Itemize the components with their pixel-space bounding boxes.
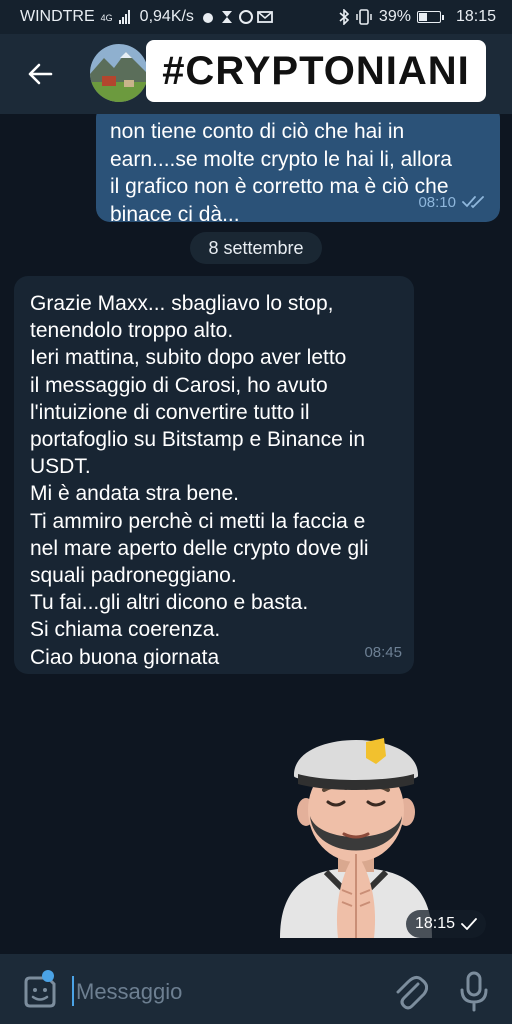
carrier-name: WINDTRE (20, 8, 95, 25)
vibrate-icon (356, 9, 372, 25)
text-cursor (72, 976, 74, 1006)
bluetooth-icon (339, 9, 349, 25)
status-left: WINDTRE 4G 0,94K/s (20, 8, 274, 26)
outgoing-message[interactable]: non tiene conto di ciò che hai in earn..… (96, 114, 500, 226)
incoming-message[interactable]: Grazie Maxx... sbagliavo lo stop, tenend… (14, 276, 414, 674)
battery-percent: 39% (378, 8, 411, 25)
battery-icon (416, 11, 444, 23)
back-button[interactable] (22, 56, 58, 92)
date-separator: 8 settembre (190, 232, 322, 264)
message-time: 18:15 (414, 915, 456, 932)
paperclip-icon (396, 975, 429, 1010)
message-text: Grazie Maxx... sbagliavo lo stop, tenend… (30, 292, 369, 669)
message-time: 08:10 (418, 193, 456, 211)
notification-dot (42, 970, 54, 982)
attach-button[interactable] (392, 972, 429, 1012)
microphone-icon (460, 971, 488, 1012)
message-meta: 08:10 (418, 189, 486, 217)
chat-header: #CRYPTONIANI (0, 34, 512, 114)
channel-title[interactable]: #CRYPTONIANI (146, 40, 486, 102)
sticker-meta: 18:15 (406, 910, 486, 938)
status-bar: WINDTRE 4G 0,94K/s 39% 18:15 (0, 0, 512, 34)
signal-icon (118, 10, 130, 24)
status-right: 39% 18:15 (339, 8, 496, 26)
message-input[interactable] (76, 972, 376, 1012)
double-check-icon (462, 196, 484, 209)
network-speed: 0,94K/s (139, 8, 194, 25)
memoji-sticker-image (280, 738, 432, 938)
arrow-left-icon (28, 63, 53, 85)
notification-icons (202, 10, 273, 24)
message-composer (0, 954, 512, 1024)
chat-area[interactable]: non tiene conto di ciò che hai in earn..… (0, 114, 512, 954)
message-time: 08:45 (364, 643, 402, 661)
microphone-button[interactable] (456, 970, 492, 1012)
memoji-praying-sticker[interactable] (276, 712, 436, 938)
sticker-icon (24, 976, 56, 1008)
sticker-button[interactable] (20, 972, 60, 1012)
channel-avatar[interactable] (90, 44, 148, 102)
clock: 18:15 (455, 8, 496, 25)
landscape-avatar-image (90, 44, 148, 102)
network-type: 4G (100, 13, 113, 23)
check-icon (461, 918, 477, 930)
